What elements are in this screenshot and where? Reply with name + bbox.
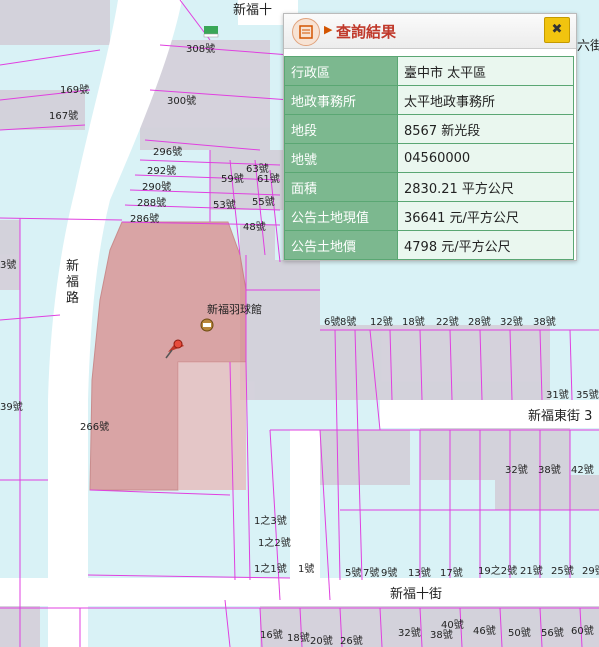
- side-road-surface: [290, 430, 320, 578]
- house-number: 38號: [538, 463, 561, 476]
- house-number: 40號: [441, 618, 464, 631]
- road-label-xinfu-10th: 新福十街: [390, 586, 442, 602]
- house-number: 46號: [473, 624, 496, 637]
- row-value: 4798 元/平方公尺: [397, 230, 574, 260]
- house-number: 20號: [310, 634, 333, 647]
- house-number: 53號: [213, 198, 236, 211]
- row-value: 臺中市 太平區: [397, 56, 574, 86]
- table-row: 地段 8567 新光段: [284, 114, 574, 144]
- row-value: 04560000: [397, 143, 574, 173]
- house-number: 308號: [186, 42, 215, 55]
- xinfu-10th-street-surface: [0, 578, 599, 606]
- house-number: 32號: [398, 626, 421, 639]
- house-number: 8號: [340, 315, 356, 328]
- row-key: 地政事務所: [284, 85, 398, 115]
- document-icon: [292, 18, 320, 46]
- house-number: 39號: [0, 400, 23, 413]
- house-number: 1之3號: [254, 514, 287, 527]
- house-number: 292號: [147, 164, 176, 177]
- table-row: 面積 2830.21 平方公尺: [284, 172, 574, 202]
- panel-title: 查詢結果: [336, 23, 397, 41]
- house-number: 169號: [60, 83, 89, 96]
- badminton-icon[interactable]: [200, 318, 214, 332]
- row-key: 地號: [284, 143, 398, 173]
- house-number: 22號: [436, 315, 459, 328]
- house-number: 266號: [80, 420, 109, 433]
- poi-label: 新福羽球館: [207, 302, 262, 316]
- house-number: 61號: [257, 172, 280, 185]
- table-row: 公告土地價 4798 元/平方公尺: [284, 230, 574, 260]
- house-number: 17號: [440, 566, 463, 579]
- selected-parcel-lower: [178, 362, 246, 490]
- house-number: 21號: [520, 564, 543, 577]
- house-number: 1之1號: [254, 562, 287, 575]
- table-row: 地號 04560000: [284, 143, 574, 173]
- house-number: 25號: [551, 564, 574, 577]
- row-key: 公告土地現值: [284, 201, 398, 231]
- row-key: 行政區: [284, 56, 398, 86]
- house-number: 26號: [340, 634, 363, 647]
- table-row: 行政區 臺中市 太平區: [284, 56, 574, 86]
- triangle-right-icon: ▶: [324, 23, 333, 36]
- house-number: 19之2號: [478, 564, 517, 577]
- house-number: 32號: [505, 463, 528, 476]
- row-value: 2830.21 平方公尺: [397, 172, 574, 202]
- house-number: 13號: [408, 566, 431, 579]
- table-row: 公告土地現值 36641 元/平方公尺: [284, 201, 574, 231]
- house-number: 9號: [381, 566, 397, 579]
- house-number: 5號: [345, 566, 361, 579]
- house-number: 38號: [533, 315, 556, 328]
- house-number: 50號: [508, 626, 531, 639]
- house-number: 56號: [541, 626, 564, 639]
- row-key: 公告土地價: [284, 230, 398, 260]
- flag-icon: [203, 26, 219, 38]
- parcel-info-table: 行政區 臺中市 太平區 地政事務所 太平地政事務所 地段 8567 新光段 地號 045…: [284, 56, 574, 260]
- house-number: 300號: [167, 94, 196, 107]
- row-value: 太平地政事務所: [397, 85, 574, 115]
- house-number: 1之2號: [258, 536, 291, 549]
- house-number: 42號: [571, 463, 594, 476]
- row-value: 36641 元/平方公尺: [397, 201, 574, 231]
- house-number: 18號: [402, 315, 425, 328]
- house-number: 3號: [0, 258, 16, 271]
- table-row: 地政事務所 太平地政事務所: [284, 85, 574, 115]
- row-value: 8567 新光段: [397, 114, 574, 144]
- house-number: 296號: [153, 145, 182, 158]
- house-number: 35號: [576, 388, 599, 401]
- house-number: 290號: [142, 180, 171, 193]
- house-number: 18號: [287, 631, 310, 644]
- house-number: 12號: [370, 315, 393, 328]
- house-number: 29號: [582, 564, 599, 577]
- panel-header: ▶ 查詢結果 ✖: [284, 14, 576, 49]
- house-number: 167號: [49, 109, 78, 122]
- house-number: 16號: [260, 628, 283, 641]
- house-number: 1號: [298, 562, 314, 575]
- house-number: 55號: [252, 195, 275, 208]
- house-number: 60號: [571, 624, 594, 637]
- house-number: 286號: [130, 212, 159, 225]
- road-label-liu-jie: 六街: [577, 39, 599, 54]
- close-icon: ✖: [551, 22, 563, 37]
- house-number: 288號: [137, 196, 166, 209]
- house-number: 28號: [468, 315, 491, 328]
- row-key: 地段: [284, 114, 398, 144]
- close-button[interactable]: ✖: [544, 17, 570, 43]
- road-label-xinfu-10-top: 新福十: [233, 2, 272, 18]
- house-number: 6號: [324, 315, 340, 328]
- road-label-xinfu-road: 新福路: [66, 258, 79, 306]
- house-number: 7號: [363, 566, 379, 579]
- house-number: 59號: [221, 172, 244, 185]
- row-key: 面積: [284, 172, 398, 202]
- house-number: 48號: [243, 220, 266, 233]
- house-number: 32號: [500, 315, 523, 328]
- road-label-xinfu-east: 新福東街 3: [528, 408, 592, 424]
- query-result-panel: ▶ 查詢結果 ✖ 行政區 臺中市 太平區 地政事務所 太平地政事務所 地段 8567 …: [283, 13, 577, 261]
- house-number: 31號: [546, 388, 569, 401]
